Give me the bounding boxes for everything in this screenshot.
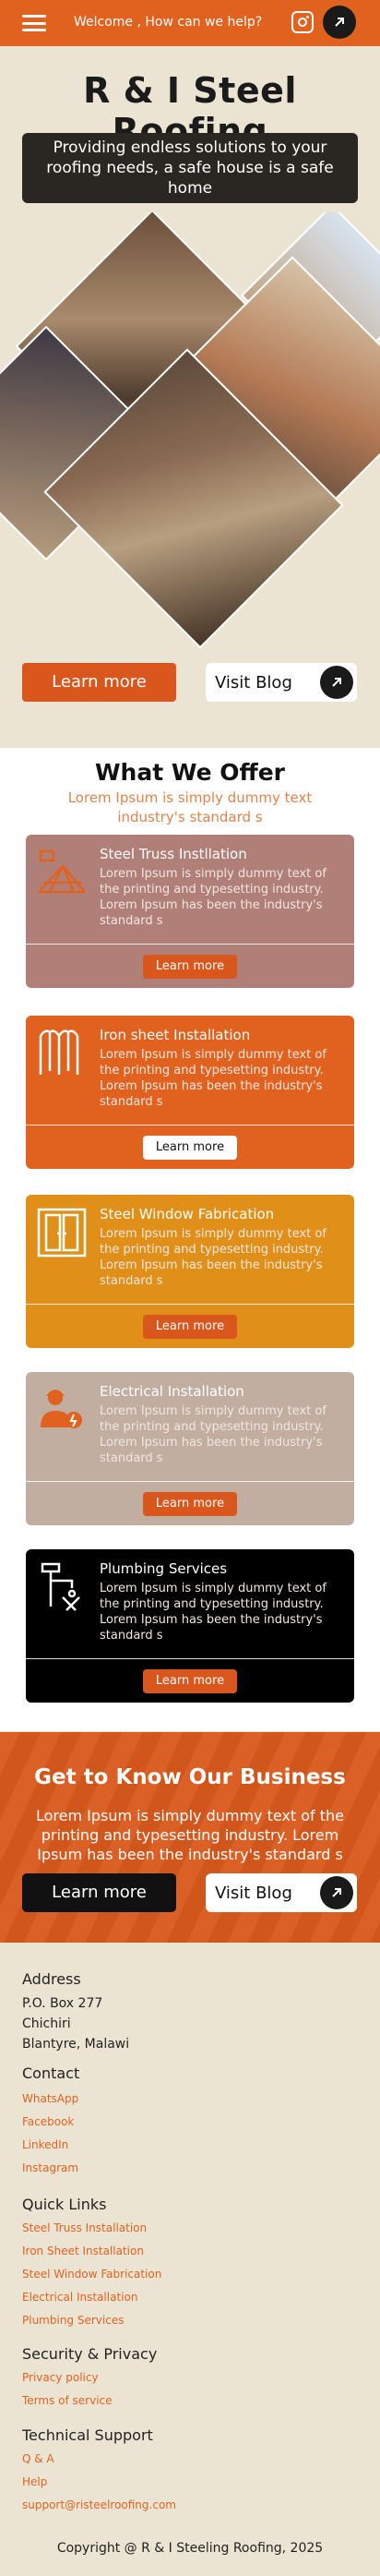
quick-link[interactable]: Plumbing Services bbox=[22, 2314, 124, 2327]
offer-title: What We Offer bbox=[94, 759, 286, 786]
card-text: Lorem Ipsum is simply dummy text of the … bbox=[100, 1048, 327, 1109]
truss-icon bbox=[35, 846, 89, 899]
copyright: Copyright @ R & I Steeling Roofing, 2025 bbox=[56, 2541, 324, 2556]
learn-more-button[interactable]: Learn more bbox=[22, 663, 176, 702]
arrow-up-right-icon bbox=[320, 1876, 353, 1909]
card-title: Iron sheet Installation bbox=[100, 1027, 251, 1043]
learn-more-button[interactable]: Learn more bbox=[143, 1492, 237, 1516]
offer-section: What We Offer Lorem Ipsum is simply dumm… bbox=[0, 748, 380, 1731]
roofing-photo-collage bbox=[0, 212, 380, 674]
learn-more-button[interactable]: Learn more bbox=[143, 1669, 237, 1693]
quick-link[interactable]: Steel Truss Installation bbox=[22, 2221, 147, 2234]
offer-subtitle: Lorem Ipsum is simply dummy text industr… bbox=[67, 789, 313, 825]
address-heading: Address bbox=[22, 1970, 81, 1988]
quick-link[interactable]: Steel Window Fabrication bbox=[22, 2268, 161, 2281]
visit-blog-button[interactable]: Visit Blog bbox=[206, 663, 357, 702]
service-card: Electrical Installation Lorem Ipsum is s… bbox=[26, 1372, 354, 1525]
visit-blog-label: Visit Blog bbox=[215, 672, 292, 692]
window-icon bbox=[35, 1206, 89, 1259]
terms-link[interactable]: Terms of service bbox=[22, 2394, 113, 2407]
footer: Address P.O. Box 277 Chichiri Blantyre, … bbox=[0, 1943, 380, 2576]
card-title: Steel Truss Instllation bbox=[100, 846, 247, 862]
security-heading: Security & Privacy bbox=[22, 2345, 158, 2363]
divider bbox=[26, 1481, 354, 1482]
service-card: Steel Window Fabrication Lorem Ipsum is … bbox=[26, 1195, 354, 1348]
card-title: Steel Window Fabrication bbox=[100, 1206, 275, 1222]
learn-more-button[interactable]: Learn more bbox=[143, 1315, 237, 1339]
business-title: Get to Know Our Business bbox=[34, 1765, 346, 1789]
menu-icon[interactable] bbox=[22, 15, 46, 31]
qa-link[interactable]: Q & A bbox=[22, 2452, 54, 2465]
business-section: Get to Know Our Business Lorem Ipsum is … bbox=[0, 1732, 380, 1943]
support-heading: Technical Support bbox=[22, 2426, 153, 2444]
quick-links-heading: Quick Links bbox=[22, 2196, 107, 2213]
contact-link-instagram[interactable]: Instagram bbox=[22, 2161, 78, 2174]
quick-link[interactable]: Electrical Installation bbox=[22, 2291, 137, 2304]
contact-link-whatsapp[interactable]: WhatsApp bbox=[22, 2092, 78, 2105]
learn-more-button[interactable]: Learn more bbox=[22, 1873, 176, 1912]
privacy-link[interactable]: Privacy policy bbox=[22, 2371, 99, 2384]
electrician-icon bbox=[35, 1383, 89, 1437]
contact-link-linkedin[interactable]: LinkedIn bbox=[22, 2138, 68, 2151]
divider bbox=[26, 944, 354, 945]
card-text: Lorem Ipsum is simply dummy text of the … bbox=[100, 1404, 327, 1465]
plumbing-icon bbox=[35, 1560, 89, 1614]
help-link[interactable]: Help bbox=[22, 2475, 47, 2488]
arrow-up-right-icon bbox=[320, 666, 353, 699]
hero-section: R & I Steel Roofing Providing endless so… bbox=[0, 46, 380, 748]
address-line: Blantyre, Malawi bbox=[22, 2037, 130, 2052]
learn-more-button[interactable]: Learn more bbox=[143, 1136, 237, 1160]
address-line: Chichiri bbox=[22, 2016, 71, 2031]
service-card: Iron sheet Installation Lorem Ipsum is s… bbox=[26, 1016, 354, 1169]
instagram-icon[interactable] bbox=[291, 11, 314, 33]
visit-blog-button[interactable]: Visit Blog bbox=[206, 1873, 357, 1912]
divider bbox=[26, 1658, 354, 1659]
card-text: Lorem Ipsum is simply dummy text of the … bbox=[100, 1582, 327, 1643]
contact-heading: Contact bbox=[22, 2064, 80, 2082]
hero-subtitle: Providing endless solutions to your roof… bbox=[22, 133, 358, 203]
iron-sheet-icon bbox=[35, 1027, 89, 1080]
welcome-text: Welcome , How can we help? bbox=[74, 15, 263, 30]
quick-link[interactable]: Iron Sheet Installation bbox=[22, 2245, 144, 2257]
service-card: Plumbing Services Lorem Ipsum is simply … bbox=[26, 1549, 354, 1703]
arrow-up-right-icon[interactable] bbox=[323, 6, 356, 39]
visit-blog-label: Visit Blog bbox=[215, 1883, 292, 1903]
card-title: Plumbing Services bbox=[100, 1560, 228, 1577]
card-text: Lorem Ipsum is simply dummy text of the … bbox=[100, 867, 327, 928]
card-title: Electrical Installation bbox=[100, 1383, 244, 1400]
business-text: Lorem Ipsum is simply dummy text of the … bbox=[35, 1807, 345, 1863]
card-text: Lorem Ipsum is simply dummy text of the … bbox=[100, 1227, 327, 1288]
service-card: Steel Truss Instllation Lorem Ipsum is s… bbox=[26, 835, 354, 988]
contact-link-facebook[interactable]: Facebook bbox=[22, 2115, 74, 2128]
divider bbox=[26, 1304, 354, 1305]
learn-more-button[interactable]: Learn more bbox=[143, 955, 237, 979]
address-line: P.O. Box 277 bbox=[22, 1996, 103, 2011]
top-bar: Welcome , How can we help? bbox=[0, 0, 380, 46]
support-email-link[interactable]: support@risteelroofing.com bbox=[22, 2498, 176, 2511]
